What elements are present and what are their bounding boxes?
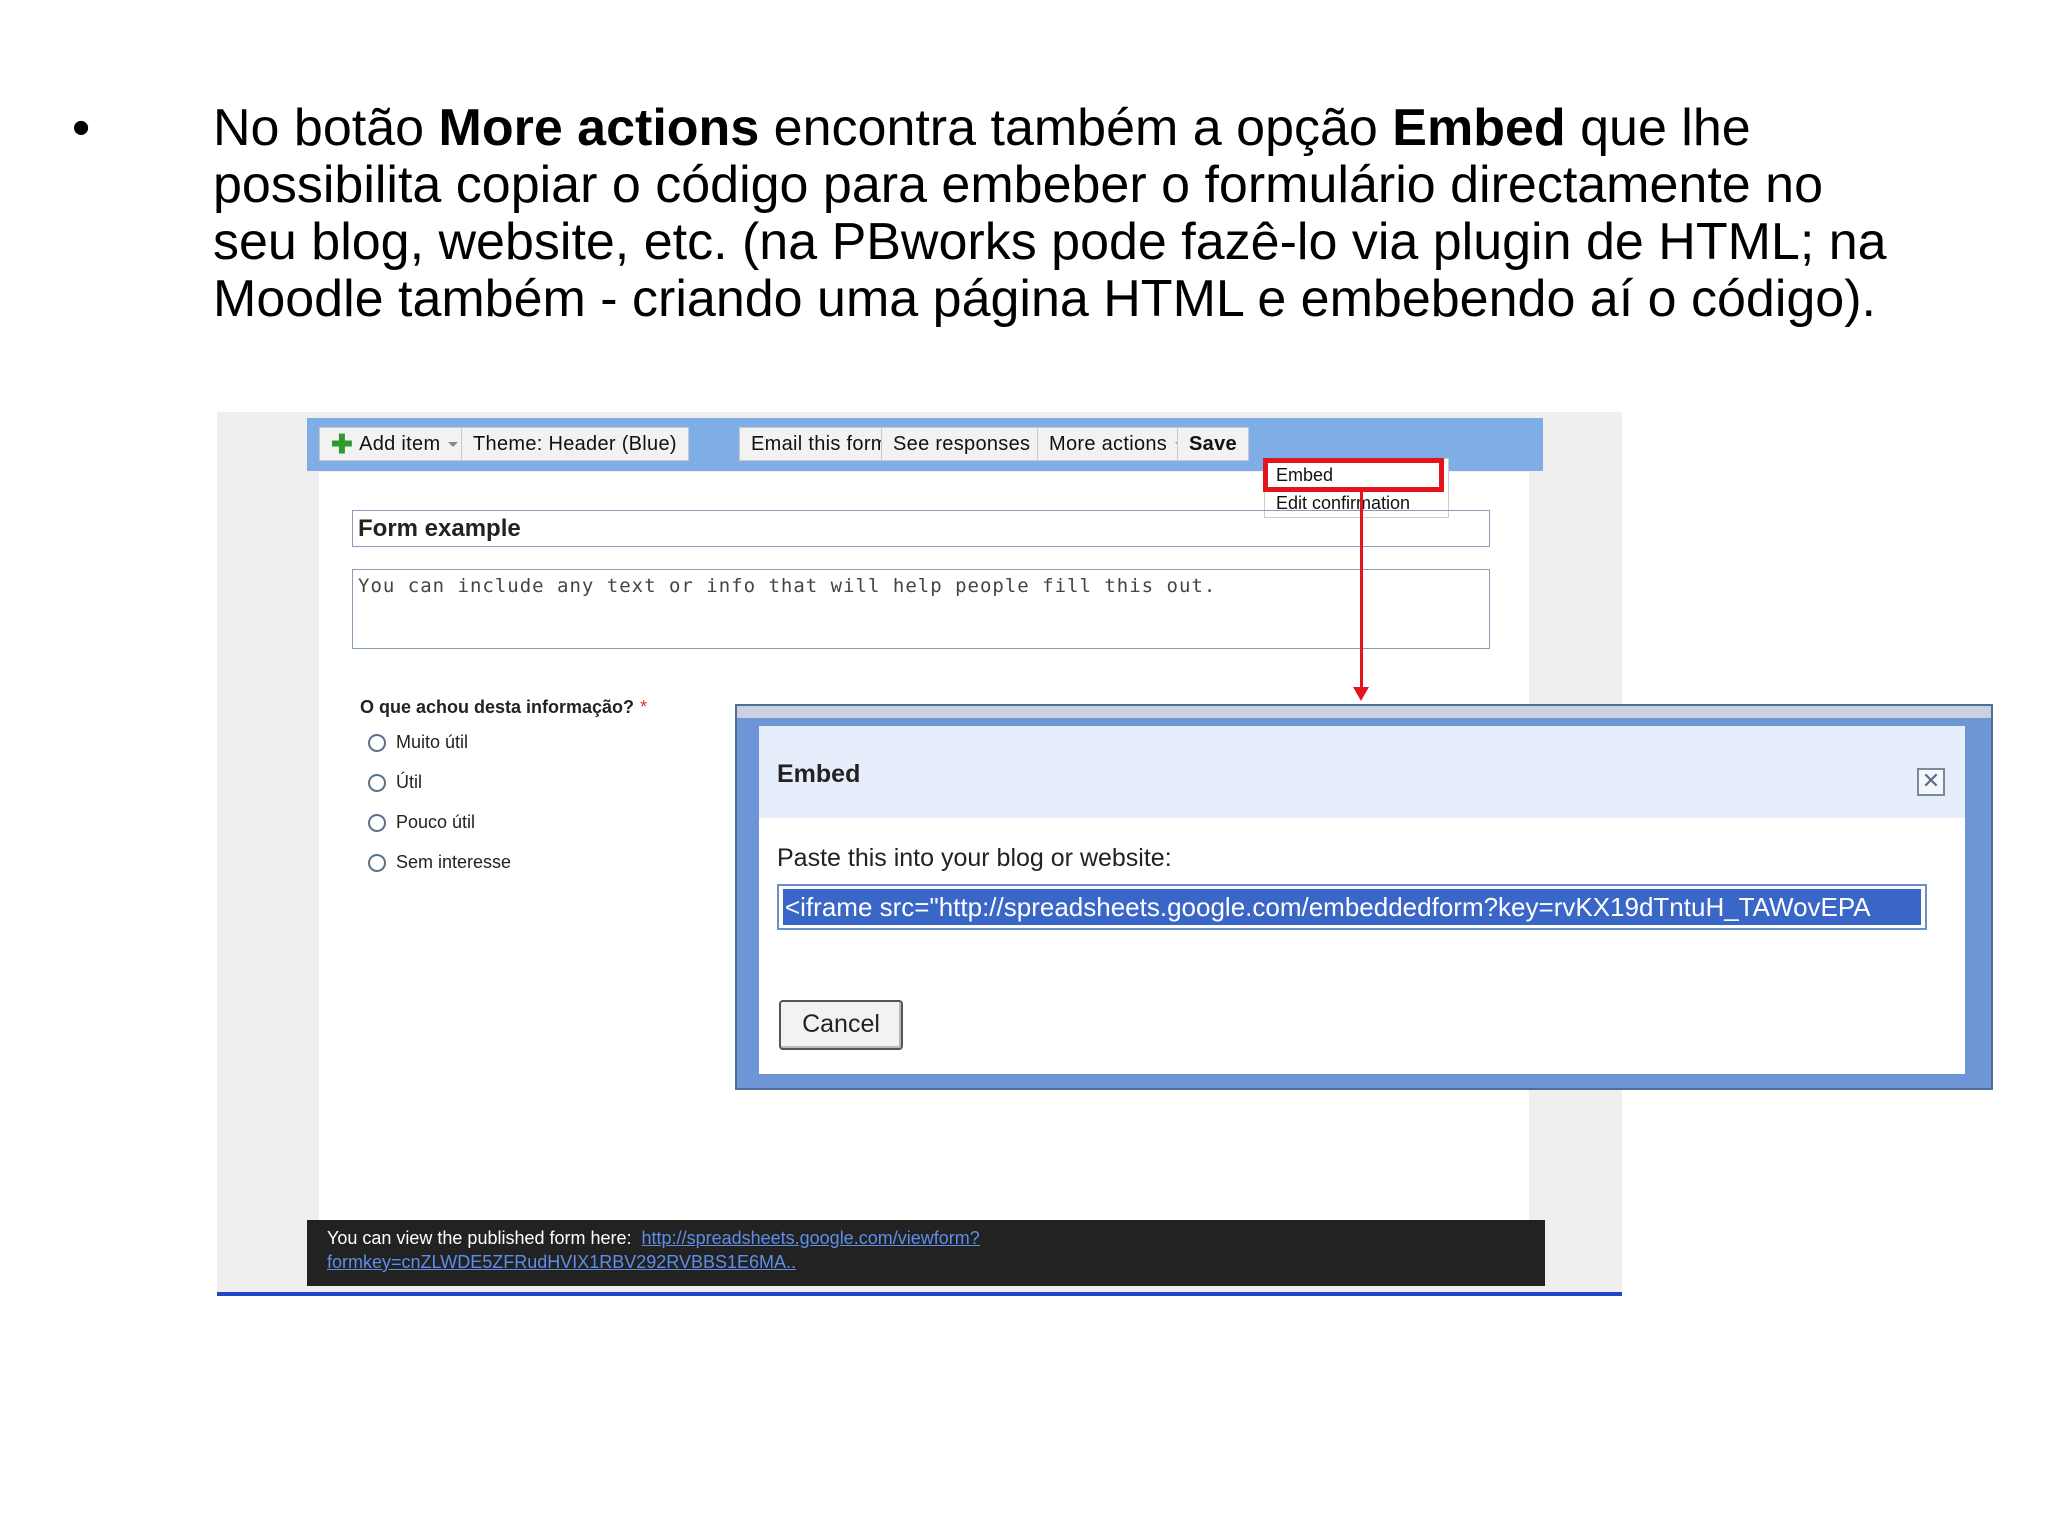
radio-icon[interactable]: [368, 854, 386, 873]
embed-code-text: <iframe src="http://spreadsheets.google.…: [783, 889, 1921, 925]
question-text: O que achou desta informação?: [360, 697, 635, 717]
add-item-label: Add item: [359, 433, 441, 455]
more-actions-button[interactable]: More actions: [1037, 427, 1198, 461]
chevron-down-icon: [448, 442, 459, 448]
see-responses-label: See responses: [893, 433, 1031, 455]
dialog-title: Embed: [777, 760, 861, 788]
close-icon[interactable]: ✕: [1917, 768, 1945, 796]
published-line-1: You can view the published form here: ht…: [327, 1228, 980, 1249]
slide-text-1: No botão: [213, 99, 439, 157]
form-description-field[interactable]: You can include any text or info that wi…: [352, 569, 1490, 649]
form-title-field[interactable]: Form example: [352, 510, 1490, 547]
embed-code-field[interactable]: <iframe src="http://spreadsheets.google.…: [777, 884, 1927, 930]
published-link-formkey[interactable]: formkey=cnZLWDE5ZFRudHVIX1RBV292RVBBS1E6…: [327, 1252, 796, 1272]
question-label: O que achou desta informação? *: [360, 697, 647, 718]
bullet: •: [72, 99, 91, 157]
more-actions-label: More actions: [1049, 433, 1168, 455]
embed-highlight-box: [1263, 458, 1444, 492]
see-responses-button[interactable]: See responses: [881, 427, 1061, 461]
dialog-prompt: Paste this into your blog or website:: [777, 844, 1172, 872]
radio-option[interactable]: Muito útil: [368, 732, 468, 753]
published-line-2: formkey=cnZLWDE5ZFRudHVIX1RBV292RVBBS1E6…: [327, 1252, 796, 1273]
dialog-body: Embed ✕ Paste this into your blog or web…: [759, 726, 1965, 1074]
radio-label: Muito útil: [396, 732, 469, 752]
radio-label: Sem interesse: [396, 852, 512, 872]
theme-button[interactable]: Theme: Header (Blue): [461, 427, 689, 461]
embed-dialog: Embed ✕ Paste this into your blog or web…: [735, 704, 1993, 1090]
radio-icon[interactable]: [368, 814, 386, 833]
required-mark: *: [640, 697, 648, 717]
radio-option[interactable]: Pouco útil: [368, 812, 475, 833]
plus-icon: ✚: [331, 429, 354, 459]
radio-option[interactable]: Útil: [368, 772, 422, 793]
callout-arrow-head-icon: [1353, 687, 1369, 701]
callout-arrow-line: [1360, 492, 1363, 692]
published-link[interactable]: http://spreadsheets.google.com/viewform?: [642, 1228, 980, 1248]
radio-label: Pouco útil: [396, 812, 476, 832]
radio-icon[interactable]: [368, 774, 386, 793]
slide-bold-embed: Embed: [1392, 99, 1566, 157]
radio-option[interactable]: Sem interesse: [368, 852, 511, 873]
email-form-button[interactable]: Email this form: [739, 427, 900, 461]
cancel-button[interactable]: Cancel: [779, 1000, 903, 1050]
radio-icon[interactable]: [368, 734, 386, 753]
add-item-button[interactable]: ✚ Add item: [319, 427, 471, 461]
slide-bold-more-actions: More actions: [438, 99, 760, 157]
slide-text-2: encontra também a opção: [759, 99, 1393, 157]
published-form-bar: You can view the published form here: ht…: [307, 1220, 1545, 1286]
radio-label: Útil: [396, 772, 422, 792]
dialog-top-strip: [737, 706, 1991, 718]
slide-paragraph: No botão More actions encontra também a …: [213, 100, 1913, 328]
published-text: You can view the published form here:: [327, 1228, 632, 1248]
save-button[interactable]: Save: [1177, 427, 1249, 461]
dialog-header: Embed ✕: [759, 726, 1965, 818]
